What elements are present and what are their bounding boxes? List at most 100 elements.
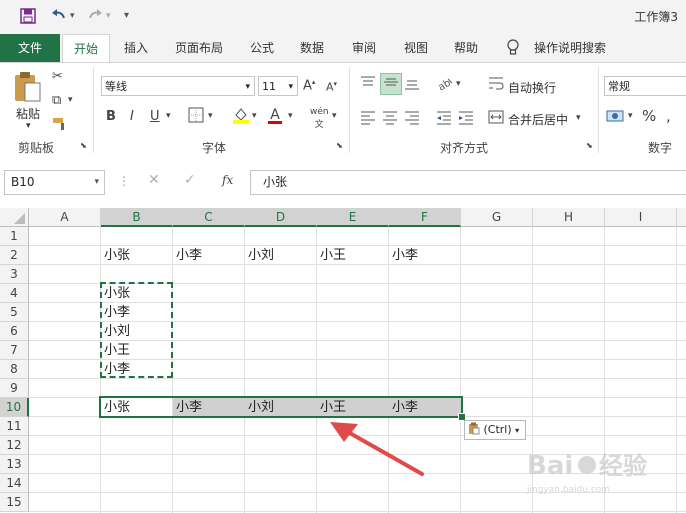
customize-toolbar-icon[interactable]: ▾ — [124, 10, 129, 21]
font-size-select[interactable]: 11 ▾ — [258, 76, 298, 96]
font-name-select[interactable]: 等线 ▾ — [101, 76, 255, 96]
decrease-font-icon[interactable]: A▾ — [326, 80, 337, 94]
alignment-launcher-icon[interactable]: ⬊ — [586, 141, 593, 150]
align-right-icon[interactable] — [404, 109, 420, 129]
tab-data[interactable]: 数据 — [294, 34, 330, 62]
tab-help[interactable]: 帮助 — [448, 34, 484, 62]
tab-formulas[interactable]: 公式 — [244, 34, 280, 62]
align-left-icon[interactable] — [360, 109, 376, 129]
border-icon[interactable] — [188, 107, 204, 127]
number-format-select[interactable]: 常规 — [604, 76, 686, 96]
paste-dropdown-icon[interactable]: ▾ — [26, 121, 31, 131]
paste-options-button[interactable]: (Ctrl) ▾ — [464, 420, 526, 440]
comma-style-icon[interactable]: , — [666, 107, 671, 125]
accounting-dropdown-icon[interactable]: ▾ — [628, 111, 633, 121]
clipboard-launcher-icon[interactable]: ⬊ — [80, 141, 87, 150]
formula-bar-grip-icon[interactable]: ⋮ — [118, 174, 130, 188]
format-painter-icon[interactable] — [52, 117, 68, 135]
row-header-9[interactable]: 9 — [0, 379, 29, 398]
phonetic-dropdown-icon[interactable]: ▾ — [332, 111, 337, 121]
tab-view[interactable]: 视图 — [398, 34, 434, 62]
copy-dropdown-icon[interactable]: ▾ — [68, 95, 73, 105]
orientation-dropdown-icon[interactable]: ▾ — [456, 79, 461, 89]
wrap-text-label[interactable]: 自动换行 — [508, 79, 556, 96]
increase-indent-icon[interactable] — [458, 109, 474, 129]
font-color-icon[interactable]: A — [268, 107, 282, 124]
row-header-4[interactable]: 4 — [0, 284, 29, 303]
border-dropdown-icon[interactable]: ▾ — [208, 111, 213, 121]
row-header-10[interactable]: 10 — [0, 398, 29, 417]
column-header-g[interactable]: G — [461, 208, 533, 227]
insert-function-button[interactable]: fx — [222, 173, 233, 187]
column-header-c[interactable]: C — [173, 208, 245, 227]
column-header-i[interactable]: I — [605, 208, 677, 227]
redo-dropdown-icon[interactable]: ▾ — [106, 11, 111, 21]
column-header-d[interactable]: D — [245, 208, 317, 227]
copy-icon[interactable]: ⧉ — [52, 93, 61, 108]
tab-file[interactable]: 文件 — [0, 34, 60, 62]
row-header-13[interactable]: 13 — [0, 455, 29, 474]
font-launcher-icon[interactable]: ⬊ — [336, 141, 343, 150]
italic-button[interactable]: I — [130, 109, 134, 124]
increase-font-icon[interactable]: A▴ — [303, 78, 315, 93]
column-header-h[interactable]: H — [533, 208, 605, 227]
font-color-dropdown-icon[interactable]: ▾ — [288, 111, 293, 121]
column-header-a[interactable]: A — [29, 208, 101, 227]
select-all-corner[interactable] — [0, 208, 29, 227]
undo-icon[interactable] — [50, 8, 68, 28]
align-middle-icon[interactable] — [380, 73, 402, 95]
row-header-15[interactable]: 15 — [0, 493, 29, 512]
merge-center-label[interactable]: 合并后居中 — [508, 111, 568, 128]
row-header-11[interactable]: 11 — [0, 417, 29, 436]
cell-f2[interactable]: 小李 — [389, 246, 461, 265]
row-header-6[interactable]: 6 — [0, 322, 29, 341]
row-header-14[interactable]: 14 — [0, 474, 29, 493]
decrease-indent-icon[interactable] — [436, 109, 452, 129]
cell-d2[interactable]: 小刘 — [245, 246, 317, 265]
tell-me-search[interactable]: 操作说明搜索 — [530, 34, 610, 62]
tab-home[interactable]: 开始 — [62, 34, 110, 63]
formula-input[interactable]: 小张 — [250, 170, 686, 195]
name-box[interactable]: B10 ▾ — [4, 170, 105, 195]
orientation-icon[interactable]: ab — [436, 75, 454, 95]
column-header-j[interactable] — [677, 208, 686, 227]
percent-button[interactable]: % — [642, 107, 656, 125]
row-header-8[interactable]: 8 — [0, 360, 29, 379]
row-header-2[interactable]: 2 — [0, 246, 29, 265]
merge-dropdown-icon[interactable]: ▾ — [576, 113, 581, 123]
row-header-12[interactable]: 12 — [0, 436, 29, 455]
paste-icon[interactable] — [12, 69, 42, 107]
tab-review[interactable]: 审阅 — [346, 34, 382, 62]
save-icon[interactable] — [20, 8, 36, 28]
redo-icon[interactable] — [86, 8, 104, 28]
accounting-format-icon[interactable] — [606, 108, 624, 128]
cancel-icon[interactable]: ✕ — [148, 172, 160, 188]
column-header-e[interactable]: E — [317, 208, 389, 227]
undo-dropdown-icon[interactable]: ▾ — [70, 11, 75, 21]
align-top-icon[interactable] — [360, 75, 376, 95]
cell-c2[interactable]: 小李 — [173, 246, 245, 265]
row-header-5[interactable]: 5 — [0, 303, 29, 322]
align-bottom-icon[interactable] — [404, 75, 420, 95]
row-header-7[interactable]: 7 — [0, 341, 29, 360]
cut-icon[interactable]: ✂ — [52, 69, 63, 84]
fill-color-dropdown-icon[interactable]: ▾ — [252, 111, 257, 121]
paste-button-label[interactable]: 粘贴 — [16, 105, 40, 122]
row-header-3[interactable]: 3 — [0, 265, 29, 284]
column-header-b[interactable]: B — [101, 208, 173, 227]
column-header-f[interactable]: F — [389, 208, 461, 227]
underline-button[interactable]: U — [150, 109, 160, 124]
bold-button[interactable]: B — [106, 109, 116, 124]
cell-e2[interactable]: 小王 — [317, 246, 389, 265]
phonetic-guide-icon[interactable]: wén 文 — [310, 107, 329, 130]
worksheet-grid[interactable]: A B C D E F G H I 1 2 3 4 5 6 7 8 9 10 1… — [0, 208, 686, 513]
tab-insert[interactable]: 插入 — [116, 34, 156, 62]
enter-icon[interactable]: ✓ — [184, 172, 196, 188]
tab-page-layout[interactable]: 页面布局 — [168, 34, 230, 62]
merge-center-icon[interactable] — [488, 109, 504, 129]
row-header-1[interactable]: 1 — [0, 227, 29, 246]
underline-dropdown-icon[interactable]: ▾ — [166, 111, 171, 121]
align-center-icon[interactable] — [382, 109, 398, 129]
fill-color-icon[interactable] — [232, 106, 250, 128]
cell-b2[interactable]: 小张 — [101, 246, 173, 265]
